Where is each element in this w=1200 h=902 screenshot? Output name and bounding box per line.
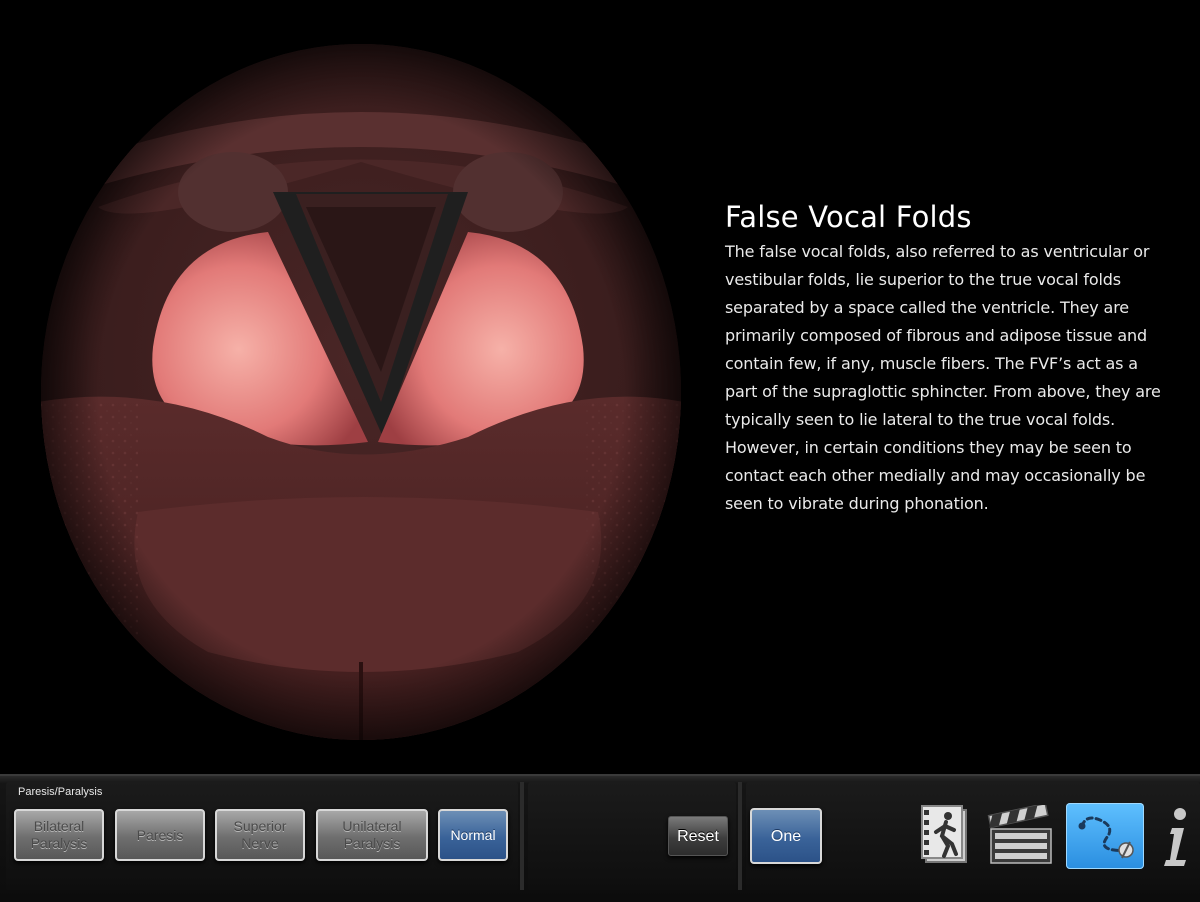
section-title: False Vocal Folds xyxy=(725,200,972,234)
toolbar-divider xyxy=(520,782,524,890)
reset-button[interactable]: Reset xyxy=(668,816,728,856)
bottom-toolbar: Paresis/Paralysis Bilateral Paralysis Pa… xyxy=(0,774,1200,902)
video-clip-button[interactable] xyxy=(918,803,974,869)
toolbar-divider xyxy=(738,782,742,890)
trace-path-icon xyxy=(1078,816,1134,859)
normal-button[interactable]: Normal xyxy=(438,809,508,861)
runner-film-icon xyxy=(921,805,967,863)
info-button[interactable] xyxy=(1152,803,1196,869)
movie-button[interactable] xyxy=(986,803,1056,869)
paresis-button[interactable]: Paresis xyxy=(115,809,205,861)
paresis-group-label: Paresis/Paralysis xyxy=(18,786,103,798)
section-description: The false vocal folds, also referred to … xyxy=(725,242,1161,513)
clapperboard-icon xyxy=(987,805,1052,864)
unilateral-paralysis-button[interactable]: Unilateral Paralysis xyxy=(316,809,428,861)
trace-button[interactable] xyxy=(1066,803,1144,869)
info-panel: False Vocal Folds The false vocal folds,… xyxy=(725,200,1175,518)
larynx-image xyxy=(41,44,681,740)
one-button[interactable]: One xyxy=(750,808,822,864)
larynx-illustration xyxy=(38,42,684,742)
info-icon xyxy=(1164,808,1186,866)
superior-nerve-button[interactable]: Superior Nerve xyxy=(215,809,305,861)
bilateral-paralysis-button[interactable]: Bilateral Paralysis xyxy=(14,809,104,861)
